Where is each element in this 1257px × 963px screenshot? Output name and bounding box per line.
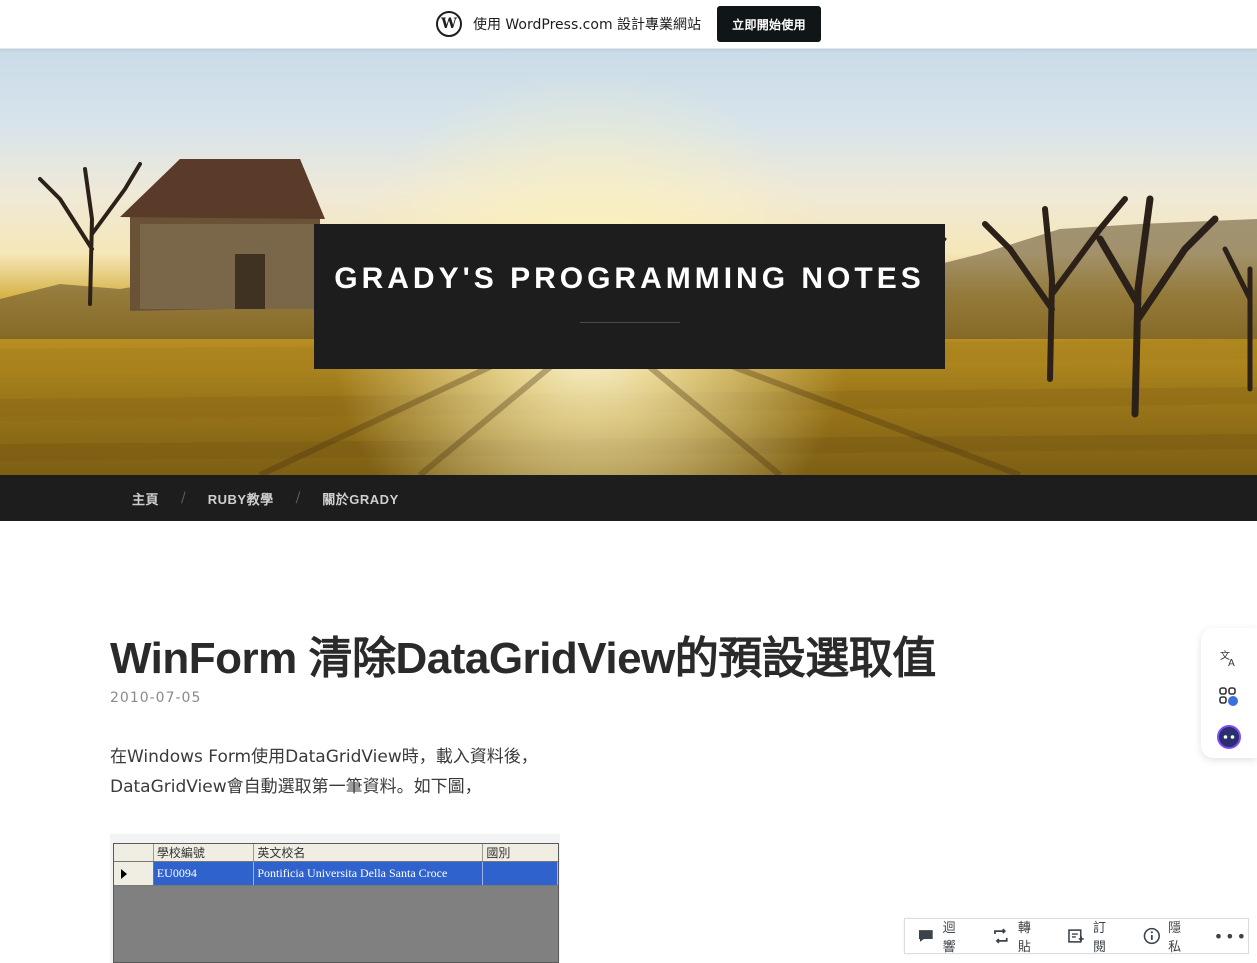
subscribe-label: 訂閱 xyxy=(1093,921,1107,955)
apps-icon[interactable] xyxy=(1216,685,1242,708)
site-title[interactable]: GRADY'S PROGRAMMING NOTES xyxy=(334,262,925,296)
grid-column-header: 英文校名 xyxy=(254,844,484,861)
post-paragraph-line: 在Windows Form使用DataGridView時，載入資料後， xyxy=(110,747,538,767)
wordpress-banner-text[interactable]: 使用 WordPress.com 設計專業網站 xyxy=(473,14,701,34)
header-image: GRADY'S PROGRAMMING NOTES xyxy=(0,49,1257,475)
grid-cell xyxy=(483,862,558,885)
grid-header-row: 學校編號 英文校名 國別 xyxy=(114,844,558,862)
info-icon xyxy=(1143,927,1160,945)
main-navigation: 主頁 / RUBY教學 / 關於GRADY xyxy=(0,475,1257,521)
grid-selected-row: EU0094 Pontificia Universita Della Santa… xyxy=(114,862,558,886)
wordpress-logo-icon[interactable]: W xyxy=(435,11,462,37)
reblog-label: 轉貼 xyxy=(1017,921,1031,955)
row-pointer-icon xyxy=(121,868,127,879)
privacy-label: 隱私 xyxy=(1168,921,1182,955)
post-date[interactable]: 2010-07-05 xyxy=(110,690,201,706)
nav-item-about[interactable]: 關於GRADY xyxy=(322,489,398,508)
reblog-icon xyxy=(994,928,1008,944)
nav-separator: / xyxy=(295,490,301,506)
datagridview-screenshot[interactable]: 學校編號 英文校名 國別 EU0094 Pontificia Universit… xyxy=(110,834,560,963)
subscribe-button[interactable]: 訂閱 xyxy=(1067,917,1118,955)
nav-item-home[interactable]: 主頁 xyxy=(132,489,159,508)
floating-side-tools: 文A xyxy=(1201,628,1257,758)
grid-corner-header xyxy=(114,844,154,861)
more-options-icon[interactable]: ••• xyxy=(1214,927,1248,946)
title-divider xyxy=(579,322,680,323)
grid-row-header xyxy=(114,862,154,885)
nav-item-ruby-tutorial[interactable]: RUBY教學 xyxy=(208,489,274,508)
post-paragraph-line: DataGridView會自動選取第一筆資料。如下圖， xyxy=(110,777,482,797)
subscribe-icon xyxy=(1068,929,1085,943)
post-action-bar: 迴響 轉貼 訂閱 隱私 ••• xyxy=(904,917,1249,955)
datagridview: 學校編號 英文校名 國別 EU0094 Pontificia Universit… xyxy=(113,843,559,963)
post-title[interactable]: WinForm 清除DataGridView的預設選取值 xyxy=(110,622,936,686)
comment-label: 迴響 xyxy=(942,921,956,955)
assistant-icon[interactable] xyxy=(1216,724,1242,750)
wordpress-banner: W 使用 WordPress.com 設計專業網站 立即開始使用 xyxy=(0,0,1257,49)
grid-column-header: 學校編號 xyxy=(154,844,255,861)
svg-text:A: A xyxy=(1228,658,1235,668)
get-started-button[interactable]: 立即開始使用 xyxy=(717,6,822,42)
post-body: 在Windows Form使用DataGridView時，載入資料後， Data… xyxy=(110,742,538,802)
comment-icon xyxy=(918,930,933,942)
nav-separator: / xyxy=(181,490,186,506)
grid-cell: Pontificia Universita Della Santa Croce xyxy=(254,862,484,885)
translate-icon[interactable]: 文A xyxy=(1216,646,1242,669)
comment-button[interactable]: 迴響 xyxy=(917,917,968,955)
grid-cell: EU0094 xyxy=(154,862,255,885)
reblog-button[interactable]: 轉貼 xyxy=(992,917,1043,955)
site-title-box: GRADY'S PROGRAMMING NOTES xyxy=(314,224,945,369)
grid-column-header: 國別 xyxy=(486,846,511,860)
privacy-button[interactable]: 隱私 xyxy=(1143,917,1194,955)
